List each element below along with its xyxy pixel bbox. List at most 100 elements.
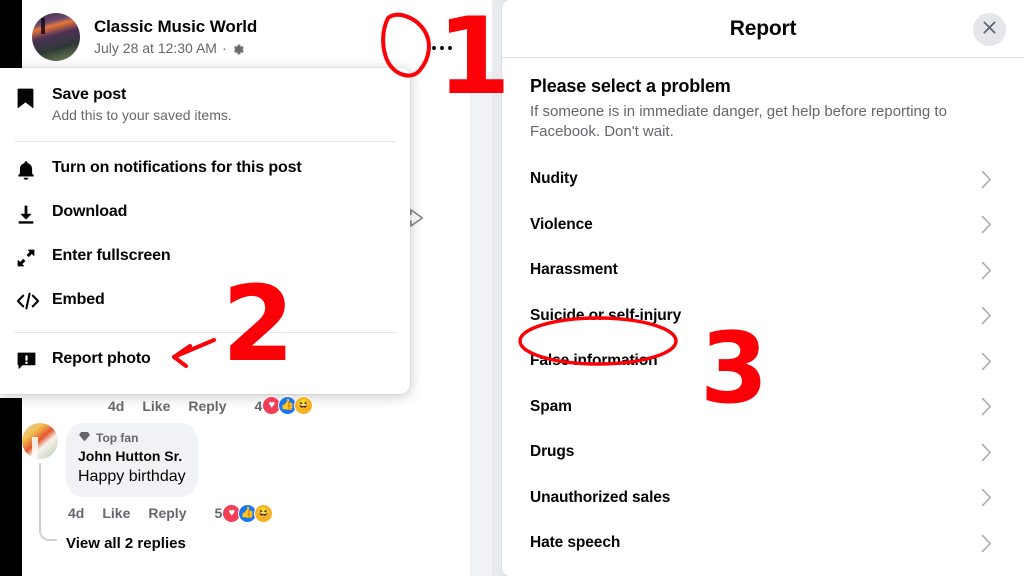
comment-actions-row: 4d Like Reply 5 ♥ 👍 😆 <box>66 503 274 523</box>
post-header-text: Classic Music World July 28 at 12:30 AM … <box>94 17 257 57</box>
menu-item-label: Save post <box>52 86 127 103</box>
reason-label: Spam <box>530 397 572 415</box>
comment-bubble: Top fan John Hutton Sr. Happy birthday <box>66 423 198 497</box>
comments-section: 4d Like Reply 4 ♥ 👍 😆 Top fan John Hutto… <box>22 396 482 552</box>
reason-label: Hate speech <box>530 534 621 552</box>
reason-list: Nudity Violence Harassment Suicide or se… <box>530 157 996 576</box>
report-warning-icon <box>16 349 52 372</box>
menu-item-label: Enter fullscreen <box>52 246 171 264</box>
dialog-body: Please select a problem If someone is in… <box>502 58 1024 576</box>
reason-row-suicide-or-self-injury[interactable]: Suicide or self-injury <box>530 293 996 339</box>
report-dialog-pane: Report Please select a problem If someon… <box>492 0 1024 576</box>
reason-row-false-information[interactable]: False information <box>530 339 996 385</box>
comment-like-button[interactable]: Like <box>102 505 130 521</box>
screenshot-root: Classic Music World July 28 at 12:30 AM … <box>0 0 1024 576</box>
bookmark-icon <box>16 85 52 109</box>
post-options-menu: Save post Add this to your saved items. … <box>0 68 410 394</box>
close-button[interactable] <box>973 13 1006 46</box>
view-replies-button[interactable]: View all 2 replies <box>66 535 482 552</box>
post-timestamp[interactable]: July 28 at 12:30 AM <box>94 40 217 57</box>
reason-row-spam[interactable]: Spam <box>530 384 996 430</box>
comment-timestamp[interactable]: 4d <box>108 398 124 414</box>
viewer-black-bar-top <box>0 0 22 72</box>
page-title[interactable]: Classic Music World <box>94 17 257 37</box>
close-icon <box>981 19 998 41</box>
thread-connector <box>39 463 57 541</box>
chevron-right-icon <box>981 488 992 507</box>
menu-item-label: Report photo <box>52 349 151 367</box>
section-subtitle: If someone is in immediate danger, get h… <box>530 103 947 141</box>
post-meta: July 28 at 12:30 AM · <box>94 40 257 57</box>
reason-row-drugs[interactable]: Drugs <box>530 430 996 476</box>
reason-label: Harassment <box>530 261 618 279</box>
reason-row-violence[interactable]: Violence <box>530 202 996 248</box>
post-more-options-button[interactable] <box>424 30 460 66</box>
reason-row-nudity[interactable]: Nudity <box>530 157 996 203</box>
chevron-right-icon <box>981 534 992 553</box>
comment-reply-button[interactable]: Reply <box>188 398 226 414</box>
comment-author[interactable]: John Hutton Sr. <box>78 447 186 466</box>
reason-label: Violence <box>530 215 593 233</box>
menu-item-label: Download <box>52 202 128 220</box>
fullscreen-icon <box>16 246 52 268</box>
menu-item-text: Enter fullscreen <box>52 246 171 265</box>
meta-separator: · <box>221 40 227 57</box>
reason-row-hate-speech[interactable]: Hate speech <box>530 521 996 567</box>
menu-item-turn-on-notifications[interactable]: Turn on notifications for this post <box>0 149 410 193</box>
comment-text: Happy birthday <box>78 467 186 485</box>
menu-divider <box>14 331 396 333</box>
ellipsis-dot <box>431 45 437 51</box>
menu-item-text: Report photo <box>52 349 151 368</box>
section-title: Please select a problem <box>530 76 731 96</box>
reaction-count: 4 <box>254 397 263 414</box>
avatar[interactable] <box>32 13 80 61</box>
reason-label: Drugs <box>530 443 575 461</box>
menu-item-download[interactable]: Download <box>0 193 410 237</box>
menu-item-label: Embed <box>52 290 105 308</box>
bell-icon <box>16 158 52 182</box>
gear-icon[interactable] <box>232 43 245 56</box>
chevron-right-icon <box>981 306 992 325</box>
comment-timestamp[interactable]: 4d <box>68 505 84 521</box>
avatar[interactable] <box>22 423 58 459</box>
reaction-summary[interactable]: 4 ♥ 👍 😆 <box>254 396 314 415</box>
reaction-summary[interactable]: 5 ♥ 👍 😆 <box>214 503 274 523</box>
menu-item-text: Download <box>52 202 127 221</box>
download-icon <box>16 202 52 225</box>
menu-item-label: Turn on notifications for this post <box>52 158 302 176</box>
chevron-right-icon <box>981 261 992 280</box>
diamond-icon <box>78 430 91 446</box>
comment-actions-row: 4d Like Reply 4 ♥ 👍 😆 <box>108 396 482 415</box>
report-dialog: Report Please select a problem If someon… <box>502 0 1024 576</box>
reason-label: Nudity <box>530 170 578 188</box>
chevron-right-icon <box>981 352 992 371</box>
menu-item-text: Turn on notifications for this post <box>52 158 302 177</box>
menu-item-embed[interactable]: Embed <box>0 281 410 325</box>
comment-like-button[interactable]: Like <box>142 398 170 414</box>
chevron-right-icon <box>981 215 992 234</box>
comment-reply-button[interactable]: Reply <box>148 505 186 521</box>
reaction-haha-icon: 😆 <box>294 396 314 415</box>
menu-item-save-post[interactable]: Save post Add this to your saved items. <box>0 76 410 134</box>
chevron-right-icon <box>981 397 992 416</box>
code-embed-icon <box>16 290 52 310</box>
reaction-haha-icon: 😆 <box>254 503 274 523</box>
viewer-black-bar-bottom <box>0 398 22 576</box>
ellipsis-dot <box>447 45 453 51</box>
reason-row-harassment[interactable]: Harassment <box>530 248 996 294</box>
dialog-header: Report <box>502 0 1024 58</box>
comment-actions: 4d Like Reply 5 ♥ 👍 😆 <box>68 503 274 523</box>
post-header: Classic Music World July 28 at 12:30 AM … <box>22 8 474 66</box>
comment-body: Top fan John Hutton Sr. Happy birthday 4… <box>66 423 274 523</box>
reason-row-unauthorized-sales[interactable]: Unauthorized sales <box>530 475 996 521</box>
dialog-title: Report <box>729 16 797 40</box>
chevron-right-icon <box>981 443 992 462</box>
reason-label: Suicide or self-injury <box>530 306 682 324</box>
menu-item-report-photo[interactable]: Report photo <box>0 340 410 384</box>
comment-item: Top fan John Hutton Sr. Happy birthday 4… <box>22 423 482 541</box>
reason-label: Unauthorized sales <box>530 488 671 506</box>
menu-item-text: Save post Add this to your saved items. <box>52 85 232 125</box>
reason-row-eating-disorder[interactable]: Eating disorder <box>530 566 996 576</box>
menu-item-text: Embed <box>52 290 105 309</box>
menu-item-enter-fullscreen[interactable]: Enter fullscreen <box>0 237 410 281</box>
